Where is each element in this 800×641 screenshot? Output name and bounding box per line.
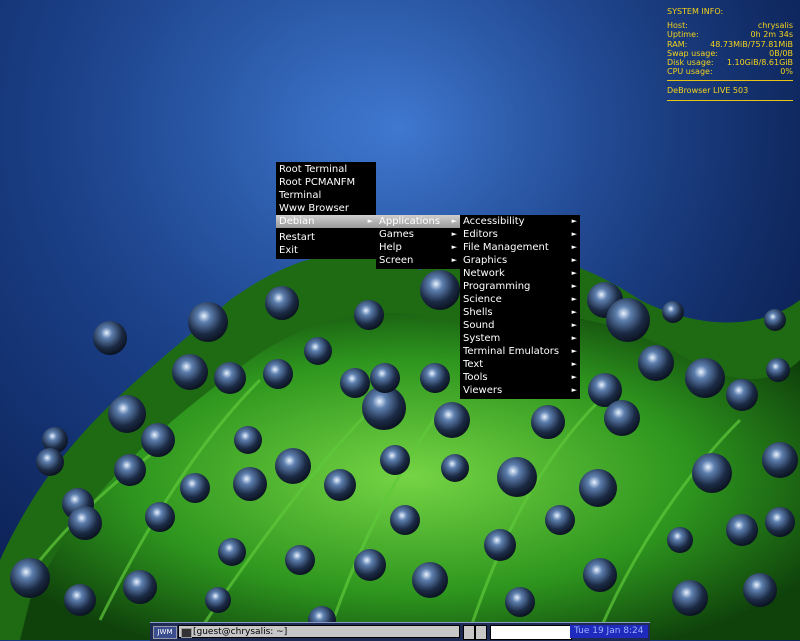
submenu-arrow-icon: ► [571,360,577,368]
menu-item-label: Programming [463,281,531,292]
menu-item-www-browser[interactable]: Www Browser [276,202,376,215]
menu-item-label: Help [379,242,402,253]
menu-item-label: Network [463,268,505,279]
menu-item-label: Terminal Emulators [463,346,560,357]
menu-item-games[interactable]: Games ► [376,228,460,241]
menu-item-root-terminal[interactable]: Root Terminal [276,163,376,176]
menu-item-label: Shells [463,307,493,318]
system-info-footer: DeBrowser LIVE 503 [667,86,749,96]
taskbar-window-title: [guest@chrysalis: ~] [193,627,288,637]
menu-item-system[interactable]: System ► [460,332,580,345]
info-row-cpu: CPU usage: 0% [667,67,793,77]
menu-item-sound[interactable]: Sound ► [460,319,580,332]
info-row-swap: Swap usage: 0B/0B [667,48,793,58]
debian-submenu: Applications ► Games ► Help ► Screen ► [376,215,460,269]
submenu-arrow-icon: ► [571,295,577,303]
divider [667,99,793,101]
submenu-arrow-icon: ► [571,243,577,251]
menu-item-accessibility[interactable]: Accessibility ► [460,215,580,228]
info-row-ram: RAM: 48.73MiB/757.81MiB [667,39,793,49]
submenu-arrow-icon: ► [571,256,577,264]
menu-item-shells[interactable]: Shells ► [460,306,580,319]
info-row-uptime: Uptime: 0h 2m 34s [667,30,793,40]
submenu-arrow-icon: ► [571,282,577,290]
submenu-arrow-icon: ► [571,321,577,329]
menu-item-label: Science [463,294,502,305]
terminal-icon [181,628,192,638]
menu-item-terminal-emulators[interactable]: Terminal Emulators ► [460,345,580,358]
menu-item-viewers[interactable]: Viewers ► [460,384,580,397]
submenu-arrow-icon: ► [451,230,457,238]
menu-item-label: Games [379,229,414,240]
root-menu: Root Terminal Root PCMANFM Terminal Www … [276,162,376,259]
submenu-arrow-icon: ► [571,373,577,381]
menu-item-debian[interactable]: Debian ► [276,215,376,228]
menu-item-label: System [463,333,501,344]
menu-item-label: Debian [279,216,315,227]
menu-item-screen[interactable]: Screen ► [376,254,460,267]
menu-item-label: Tools [463,372,488,383]
taskbar-window-button[interactable]: [guest@chrysalis: ~] [178,625,460,638]
menu-item-terminal[interactable]: Terminal [276,189,376,202]
divider [667,80,793,82]
system-tray [490,625,572,640]
system-info-header: SYSTEM INFO: [667,7,724,16]
menu-item-applications[interactable]: Applications ► [376,215,460,228]
menu-item-network[interactable]: Network ► [460,267,580,280]
system-info-panel: SYSTEM INFO: Host: chrysalis Uptime: 0h 2m… [667,7,793,106]
submenu-arrow-icon: ► [451,243,457,251]
taskbar: JWM [guest@chrysalis: ~] Tue 19 Jan 8:24 [150,622,650,641]
menu-item-label: Applications [379,216,441,227]
menu-item-label: Screen [379,255,414,266]
menu-item-label: Sound [463,320,495,331]
clock[interactable]: Tue 19 Jan 8:24 [570,625,648,638]
menu-item-label: Graphics [463,255,508,266]
submenu-arrow-icon: ► [571,347,577,355]
info-row-host: Host: chrysalis [667,21,793,31]
menu-item-label: Accessibility [463,216,525,227]
submenu-arrow-icon: ► [571,269,577,277]
menu-item-science[interactable]: Science ► [460,293,580,306]
applications-submenu: Accessibility ► Editors ► File Management ►… [460,215,580,399]
submenu-arrow-icon: ► [571,334,577,342]
menu-item-root-pcmanfm[interactable]: Root PCMANFM [276,176,376,189]
submenu-arrow-icon: ► [571,230,577,238]
start-menu-button[interactable]: JWM [153,626,177,639]
submenu-arrow-icon: ► [571,308,577,316]
submenu-arrow-icon: ► [571,217,577,225]
info-row-disk: Disk usage: 1.10GiB/8.61GiB [667,58,793,68]
menu-item-help[interactable]: Help ► [376,241,460,254]
menu-item-label: Text [463,359,484,370]
desktop-switch-button-2[interactable] [475,625,487,640]
submenu-arrow-icon: ► [451,256,457,264]
submenu-arrow-icon: ► [571,386,577,394]
menu-item-label: Editors [463,229,498,240]
menu-item-editors[interactable]: Editors ► [460,228,580,241]
menu-item-label: File Management [463,242,549,253]
menu-item-restart[interactable]: Restart [276,231,376,244]
menu-item-programming[interactable]: Programming ► [460,280,580,293]
submenu-arrow-icon: ► [451,217,457,225]
menu-item-text[interactable]: Text ► [460,358,580,371]
menu-item-file-management[interactable]: File Management ► [460,241,580,254]
submenu-arrow-icon: ► [367,217,373,225]
menu-item-tools[interactable]: Tools ► [460,371,580,384]
desktop-switch-button-1[interactable] [463,625,475,640]
menu-item-graphics[interactable]: Graphics ► [460,254,580,267]
menu-item-exit[interactable]: Exit [276,244,376,257]
menu-item-label: Viewers [463,385,503,396]
